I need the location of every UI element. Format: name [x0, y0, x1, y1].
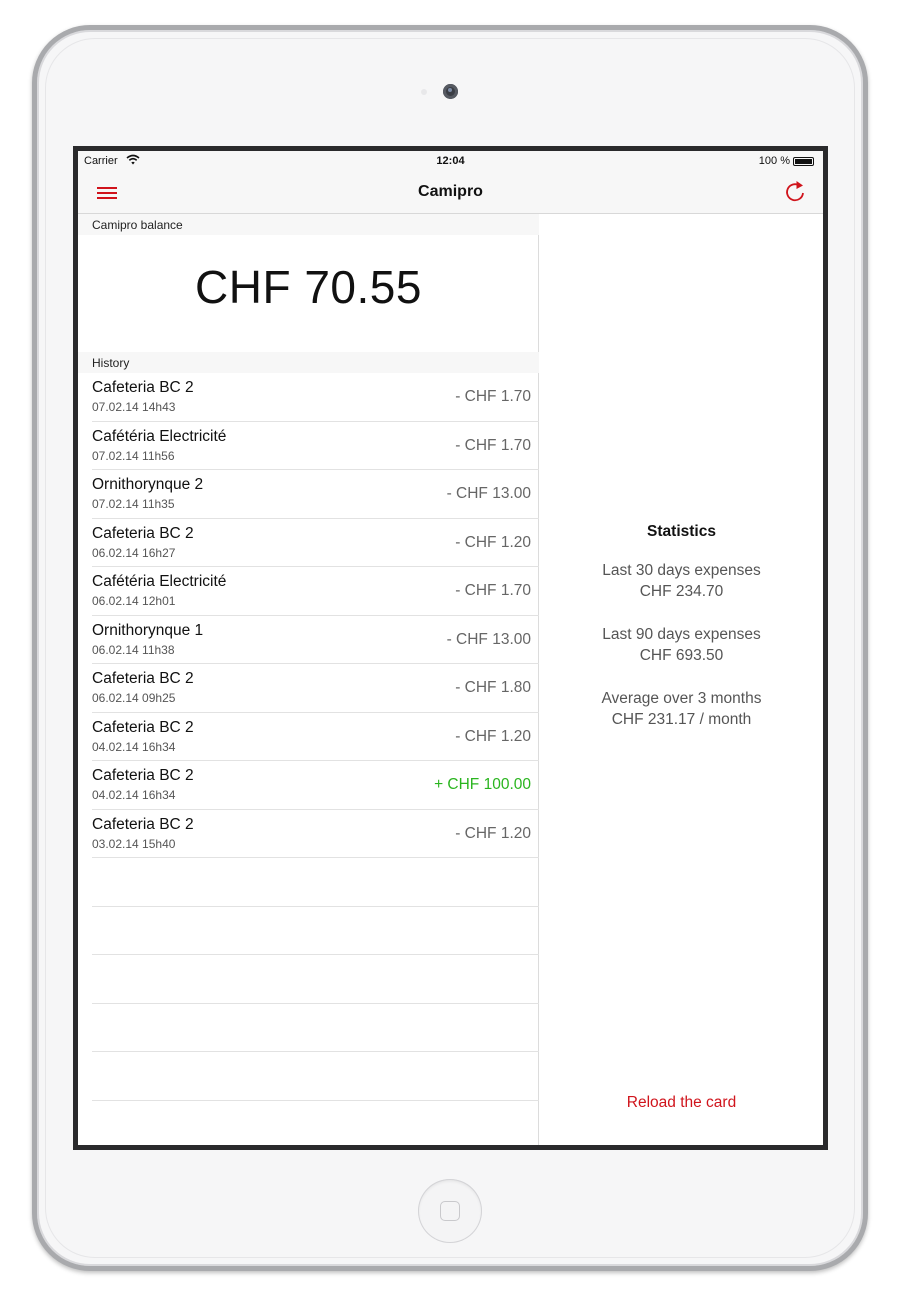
empty-row [92, 1052, 539, 1101]
front-camera [443, 84, 458, 99]
history-list[interactable]: Cafeteria BC 2 07.02.14 14h43 - CHF 1.70… [78, 373, 539, 1101]
history-row[interactable]: Cafeteria BC 2 04.02.14 16h34 + CHF 100.… [92, 761, 539, 810]
app-display: Carrier 12:04 100 % Camipro Camipro bala… [78, 151, 823, 1145]
home-button[interactable] [418, 1179, 482, 1243]
stat-value: CHF 231.17 / month [611, 711, 752, 728]
refresh-icon[interactable] [781, 178, 809, 206]
stat-average-3-months: Average over 3 months CHF 231.17 / month [540, 688, 823, 730]
transaction-date: 07.02.14 11h56 [92, 448, 175, 463]
status-bar: Carrier 12:04 100 % [78, 151, 823, 171]
empty-row [92, 907, 539, 955]
history-row[interactable]: Cafeteria BC 2 07.02.14 14h43 - CHF 1.70 [92, 373, 539, 422]
stat-last-30-days: Last 30 days expenses CHF 234.70 [540, 560, 823, 602]
merchant-name: Cafétéria Electricité [92, 573, 227, 590]
merchant-name: Ornithorynque 1 [92, 621, 204, 639]
reload-card-link[interactable]: Reload the card [540, 1094, 823, 1112]
transaction-date: 06.02.14 11h38 [92, 642, 175, 657]
stat-label: Last 30 days expenses [602, 562, 761, 579]
history-row[interactable]: Cafeteria BC 2 04.02.14 16h34 - CHF 1.20 [92, 713, 539, 761]
history-row[interactable]: Cafétéria Electricité 06.02.14 12h01 - C… [92, 567, 539, 616]
battery-icon [793, 157, 814, 166]
history-section-header: History [78, 352, 539, 373]
merchant-name: Cafeteria BC 2 [92, 379, 194, 396]
transaction-date: 06.02.14 16h27 [92, 545, 176, 560]
merchant-name: Cafétéria Electricité [92, 427, 227, 445]
transaction-amount: - CHF 13.00 [446, 630, 531, 648]
transaction-amount: - CHF 1.70 [455, 388, 531, 405]
balance-section-header: Camipro balance [78, 214, 539, 235]
transaction-amount: - CHF 1.20 [455, 824, 531, 842]
statistics-title: Statistics [647, 523, 716, 540]
transaction-amount: - CHF 1.70 [455, 436, 531, 454]
merchant-name: Cafeteria BC 2 [92, 670, 194, 687]
transaction-amount: - CHF 13.00 [446, 485, 531, 502]
transaction-date: 04.02.14 16h34 [92, 788, 176, 802]
balance-history-panel[interactable]: Camipro balance CHF 70.55 History Cafete… [78, 214, 539, 1145]
transaction-amount: - CHF 1.20 [455, 727, 531, 745]
transaction-date: 04.02.14 16h34 [92, 739, 176, 754]
empty-row [92, 955, 539, 1004]
stat-value: CHF 234.70 [639, 583, 724, 600]
merchant-name: Cafeteria BC 2 [92, 524, 194, 542]
transaction-date: 07.02.14 11h35 [92, 497, 175, 511]
screen-bezel: Carrier 12:04 100 % Camipro Camipro bala… [73, 146, 828, 1150]
merchant-name: Cafeteria BC 2 [92, 718, 194, 736]
history-row[interactable]: Cafeteria BC 2 06.02.14 16h27 - CHF 1.20 [92, 519, 539, 567]
stat-value: CHF 693.50 [639, 647, 724, 664]
statistics-block: Statistics Last 30 days expenses CHF 234… [540, 523, 823, 752]
empty-row [92, 1004, 539, 1052]
stat-last-90-days: Last 90 days expenses CHF 693.50 [540, 624, 823, 666]
stat-label: Last 90 days expenses [602, 626, 761, 643]
transaction-amount: - CHF 1.20 [455, 533, 531, 551]
page-title: Camipro [418, 183, 483, 200]
merchant-name: Cafeteria BC 2 [92, 815, 194, 833]
transaction-amount: - CHF 1.70 [455, 582, 531, 599]
history-row[interactable]: Cafeteria BC 2 06.02.14 09h25 - CHF 1.80 [92, 664, 539, 713]
navigation-bar: Camipro [78, 171, 823, 214]
home-square-icon [440, 1201, 460, 1221]
transaction-amount-credit: + CHF 100.00 [434, 776, 531, 793]
statistics-panel: Statistics Last 30 days expenses CHF 234… [540, 214, 823, 1145]
transaction-amount: - CHF 1.80 [455, 679, 531, 696]
merchant-name: Cafeteria BC 2 [92, 767, 194, 784]
battery-percent: 100 % [758, 155, 790, 167]
clock: 12:04 [436, 155, 465, 167]
history-row[interactable]: Cafeteria BC 2 03.02.14 15h40 - CHF 1.20 [92, 810, 539, 858]
transaction-date: 06.02.14 09h25 [92, 691, 176, 705]
balance-amount: CHF 70.55 [195, 261, 422, 313]
transaction-date: 07.02.14 14h43 [92, 400, 176, 414]
front-sensor [421, 89, 427, 95]
history-row[interactable]: Ornithorynque 1 06.02.14 11h38 - CHF 13.… [92, 616, 539, 664]
merchant-name: Ornithorynque 2 [92, 476, 204, 493]
empty-row [92, 858, 539, 907]
transaction-date: 03.02.14 15h40 [92, 836, 176, 851]
stat-label: Average over 3 months [601, 690, 762, 707]
transaction-date: 06.02.14 12h01 [92, 594, 176, 608]
history-row[interactable]: Ornithorynque 2 07.02.14 11h35 - CHF 13.… [92, 470, 539, 519]
history-row[interactable]: Cafétéria Electricité 07.02.14 11h56 - C… [92, 422, 539, 470]
